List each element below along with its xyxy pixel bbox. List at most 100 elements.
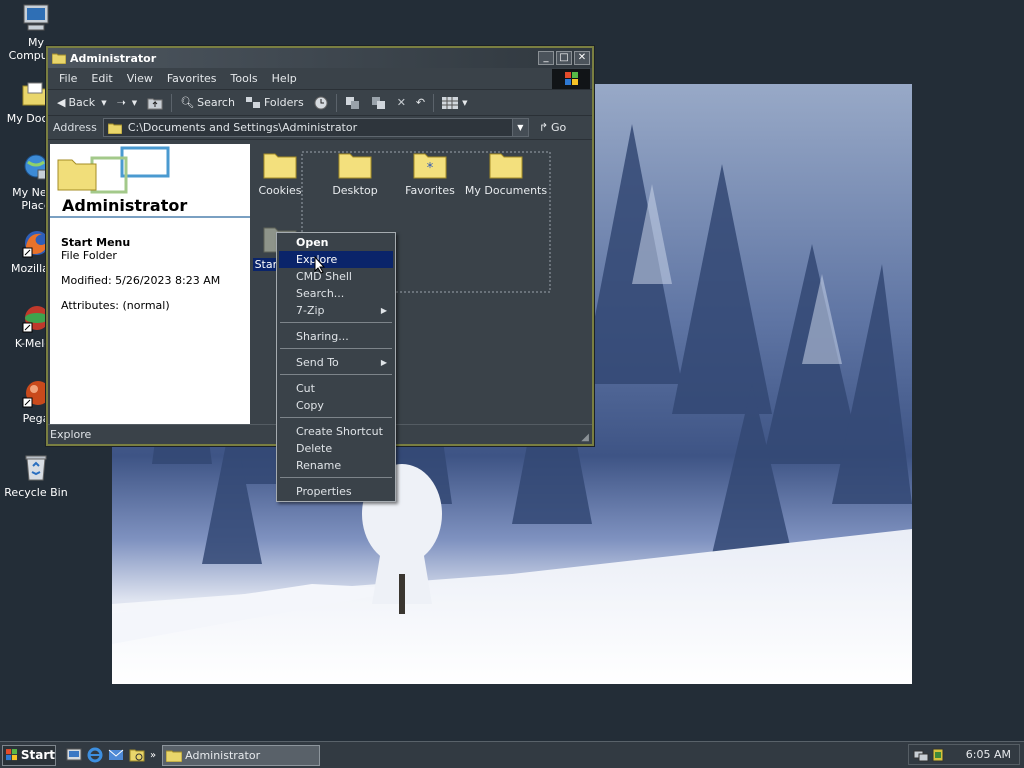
folders-tree-icon: [245, 96, 260, 108]
ctx-cut[interactable]: Cut: [279, 380, 393, 397]
ctx-7zip[interactable]: 7-Zip ▶: [279, 302, 393, 319]
ctx-copy[interactable]: Copy: [279, 397, 393, 414]
show-desktop-icon[interactable]: [66, 747, 82, 763]
folder-cookies[interactable]: Cookies: [242, 150, 318, 197]
up-folder-button[interactable]: [142, 92, 168, 114]
ctx-cmd-shell[interactable]: CMD Shell: [279, 268, 393, 285]
history-button[interactable]: [309, 92, 333, 114]
desktop-icon-recycle-bin[interactable]: Recycle Bin: [0, 452, 72, 499]
taskbar-button-administrator[interactable]: Administrator: [162, 744, 321, 766]
ctx-7zip-label: 7-Zip: [296, 304, 325, 317]
chevron-down-icon[interactable]: ▼: [132, 99, 137, 107]
close-button[interactable]: ✕: [574, 51, 590, 65]
chevron-down-icon[interactable]: ▼: [462, 99, 467, 107]
start-button[interactable]: Start: [2, 744, 56, 766]
search-button[interactable]: 🔍︎ Search: [175, 92, 240, 114]
ctx-open[interactable]: Open: [279, 234, 393, 251]
clock[interactable]: 6:05 AM: [966, 748, 1011, 761]
submenu-arrow-icon: ▶: [380, 306, 387, 315]
toolbar-separator: [433, 93, 435, 112]
ctx-delete[interactable]: Delete: [279, 440, 393, 457]
security-tray-icon[interactable]: [931, 747, 945, 763]
standard-toolbar: ◀ Back ▼ ➝ ▼ 🔍︎ Search Folders ✕ ↶ ▼: [48, 90, 592, 116]
network-tray-icon[interactable]: [913, 747, 929, 763]
back-arrow-icon: ◀: [57, 96, 66, 109]
folder-icon: [166, 750, 183, 762]
details-pane-title: Administrator: [62, 196, 188, 215]
window-title: Administrator: [70, 51, 157, 65]
selected-item-type: File Folder: [61, 249, 117, 262]
svg-text:*: *: [427, 161, 434, 176]
details-divider: [50, 216, 250, 218]
explorer-icon[interactable]: [129, 747, 145, 763]
folder-my-documents[interactable]: My Documents: [464, 150, 548, 197]
delete-button[interactable]: ✕: [392, 92, 411, 114]
address-value: C:\Documents and Settings\Administrator: [127, 121, 358, 134]
outlook-express-icon[interactable]: [108, 747, 124, 763]
views-button[interactable]: ▼: [437, 92, 472, 114]
windows-logo: [552, 69, 590, 89]
selected-item-name: Start Menu: [61, 236, 131, 249]
ctx-sharing[interactable]: Sharing...: [279, 328, 393, 345]
folders-button[interactable]: Folders: [240, 92, 309, 114]
views-grid-icon: [442, 96, 459, 109]
menu-separator: [280, 322, 392, 323]
folder-icon: [263, 153, 297, 179]
toolbar-separator: [335, 93, 337, 112]
copy-to-icon: [371, 96, 385, 109]
menu-favorites[interactable]: Favorites: [160, 72, 224, 85]
back-button[interactable]: ◀ Back ▼: [52, 92, 112, 114]
menu-file[interactable]: File: [52, 72, 84, 85]
menu-separator: [280, 477, 392, 478]
ctx-properties[interactable]: Properties: [279, 483, 393, 500]
forward-arrow-icon: ➝: [116, 96, 126, 109]
copy-to-button[interactable]: [366, 92, 392, 114]
ctx-search[interactable]: Search...: [279, 285, 393, 302]
folders-label: Folders: [263, 96, 304, 109]
menu-edit[interactable]: Edit: [84, 72, 119, 85]
chevron-down-icon[interactable]: ▼: [101, 99, 106, 107]
folder-label: Cookies: [258, 184, 302, 197]
ctx-rename[interactable]: Rename: [279, 457, 393, 474]
move-to-button[interactable]: [340, 92, 366, 114]
move-to-icon: [345, 96, 359, 109]
folder-desktop[interactable]: Desktop: [317, 150, 393, 197]
up-folder-icon: [147, 98, 163, 109]
quick-launch: »: [66, 747, 156, 763]
forward-button[interactable]: ➝ ▼: [112, 92, 143, 114]
back-label: Back: [68, 96, 96, 109]
folder-favorites[interactable]: * Favorites: [392, 150, 468, 197]
internet-explorer-icon[interactable]: [87, 747, 103, 763]
menu-separator: [280, 417, 392, 418]
ctx-create-shortcut[interactable]: Create Shortcut: [279, 423, 393, 440]
context-menu[interactable]: Open Explore CMD Shell Search... 7-Zip ▶…: [276, 232, 396, 502]
address-bar: Address C:\Documents and Settings\Admini…: [48, 116, 592, 140]
address-dropdown-button[interactable]: ▼: [511, 119, 528, 136]
minimize-button[interactable]: _: [538, 51, 554, 65]
address-input[interactable]: C:\Documents and Settings\Administrator …: [102, 118, 529, 137]
go-label: Go: [551, 121, 567, 134]
window-titlebar[interactable]: Administrator _ □ ✕: [48, 48, 592, 68]
go-button[interactable]: ↱ Go: [535, 121, 570, 134]
folder-icon: [52, 53, 66, 64]
folder-banner-icon: [57, 146, 170, 194]
folder-icon: [338, 153, 372, 179]
search-label: Search: [197, 96, 235, 109]
taskbar: Start » Administrator 6:05 AM: [0, 741, 1024, 768]
quick-launch-overflow-icon[interactable]: »: [150, 750, 156, 761]
ctx-send-to[interactable]: Send To ▶: [279, 354, 393, 371]
history-clock-icon: [314, 96, 328, 109]
mouse-pointer-icon: [314, 256, 326, 274]
menu-view[interactable]: View: [120, 72, 160, 85]
folder-icon: [107, 123, 122, 134]
resize-grip-icon[interactable]: ◢: [581, 432, 589, 443]
details-pane: Administrator Start Menu File Folder Mod…: [50, 144, 250, 424]
favorites-folder-icon: *: [413, 153, 447, 179]
go-arrow-icon: ↱: [538, 121, 549, 134]
menu-tools[interactable]: Tools: [224, 72, 265, 85]
undo-button[interactable]: ↶: [411, 92, 430, 114]
ctx-explore[interactable]: Explore: [279, 251, 393, 268]
maximize-button[interactable]: □: [556, 51, 572, 65]
folder-icon: [489, 153, 523, 179]
menu-help[interactable]: Help: [265, 72, 304, 85]
